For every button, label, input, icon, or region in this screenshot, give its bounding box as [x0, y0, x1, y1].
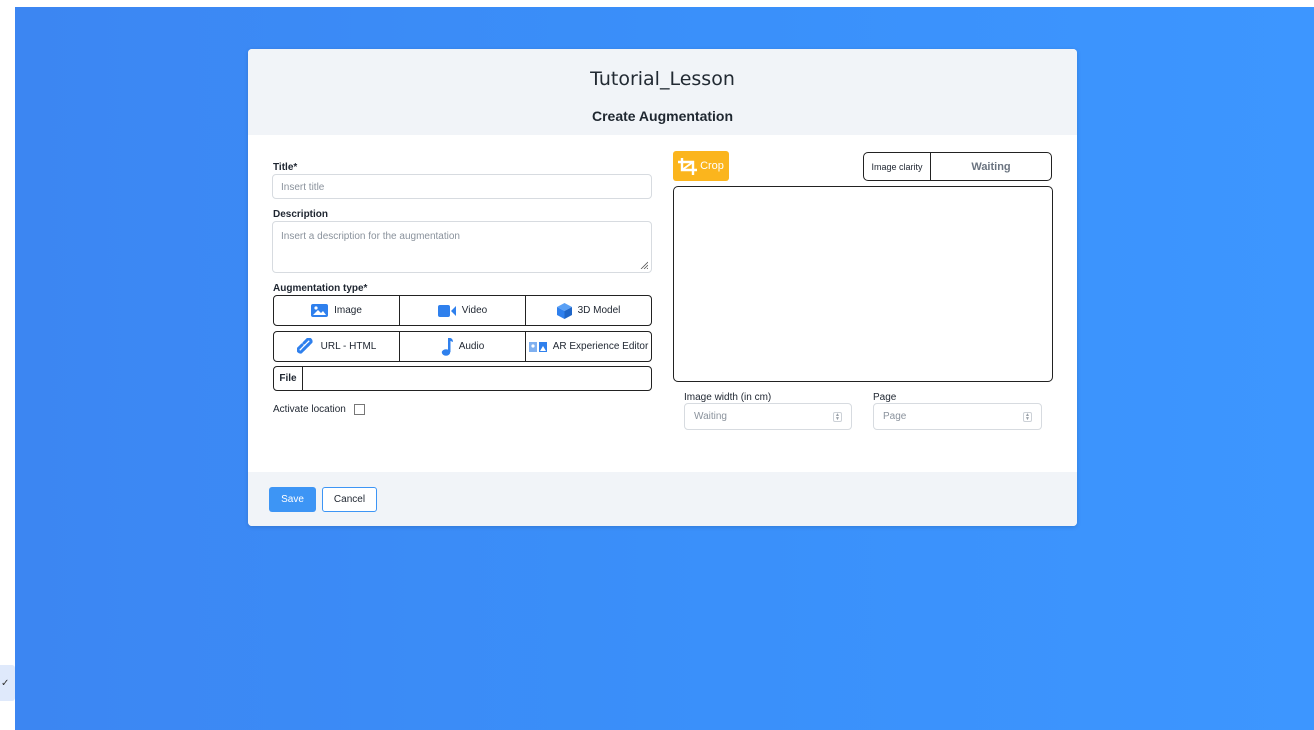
type-3d-model-button[interactable]: 3D Model — [526, 296, 651, 325]
music-note-icon — [441, 337, 453, 356]
augmentation-type-row-2: URL - HTML Audio AR Experience Editor — [273, 331, 652, 362]
page-input[interactable]: Page ▲ ▼ — [873, 403, 1042, 430]
page-spinner[interactable]: ▲ ▼ — [1023, 412, 1032, 422]
video-icon — [437, 304, 456, 317]
link-icon — [296, 337, 313, 354]
image-clarity-label: Image clarity — [864, 153, 931, 180]
activate-location-row: Activate location — [273, 404, 365, 415]
side-toggle-tab[interactable]: ✓ — [0, 665, 15, 701]
image-clarity-indicator: Image clarity Waiting — [863, 152, 1052, 181]
side-tab-glyph: ✓ — [1, 677, 10, 689]
title-label: Title* — [273, 162, 298, 173]
file-field[interactable]: File — [273, 366, 652, 391]
type-url-html-button[interactable]: URL - HTML — [274, 332, 400, 361]
title-placeholder: Insert title — [281, 182, 325, 193]
image-clarity-value: Waiting — [971, 160, 1011, 173]
resize-handle-icon[interactable] — [640, 261, 648, 269]
type-url-html-label: URL - HTML — [320, 341, 377, 352]
type-image-button[interactable]: Image — [274, 296, 400, 325]
modal-footer: Save Cancel — [248, 472, 1077, 526]
cancel-button[interactable]: Cancel — [322, 487, 377, 512]
title-input[interactable]: Insert title — [272, 174, 652, 199]
image-width-input[interactable]: Waiting ▲ ▼ — [684, 403, 852, 430]
type-audio-button[interactable]: Audio — [400, 332, 526, 361]
type-ar-editor-label: AR Experience Editor — [552, 341, 649, 352]
activate-location-checkbox[interactable] — [353, 404, 365, 415]
description-textarea[interactable]: Insert a description for the augmentatio… — [272, 221, 652, 273]
page-label: Page — [873, 392, 897, 403]
image-width-spinner[interactable]: ▲ ▼ — [833, 412, 842, 422]
cube-icon — [556, 302, 572, 319]
crop-label: Crop — [700, 160, 724, 172]
lesson-title: Tutorial_Lesson — [590, 68, 735, 90]
save-button[interactable]: Save — [269, 487, 316, 512]
image-icon — [311, 304, 329, 317]
type-image-label: Image — [334, 305, 362, 316]
augmentation-type-label: Augmentation type* — [273, 283, 368, 294]
ar-editor-icon — [528, 341, 547, 352]
file-label: File — [274, 367, 303, 390]
augmentation-type-row-1: Image Video 3D Model — [273, 295, 652, 326]
type-audio-label: Audio — [458, 341, 485, 352]
page-placeholder: Page — [883, 411, 907, 422]
type-video-button[interactable]: Video — [400, 296, 526, 325]
type-ar-editor-button[interactable]: AR Experience Editor — [526, 332, 651, 361]
image-width-label: Image width (in cm) — [684, 392, 772, 403]
image-width-placeholder: Waiting — [694, 411, 727, 422]
modal-header: Tutorial_Lesson Create Augmentation — [248, 49, 1077, 135]
type-video-label: Video — [461, 305, 488, 316]
modal-subtitle: Create Augmentation — [591, 108, 734, 124]
description-label: Description — [273, 209, 329, 220]
activate-location-label: Activate location — [273, 404, 346, 415]
crop-icon — [678, 157, 698, 175]
file-input-area[interactable] — [303, 367, 651, 390]
type-3d-model-label: 3D Model — [577, 305, 621, 316]
crop-button[interactable]: Crop — [673, 151, 729, 181]
description-placeholder: Insert a description for the augmentatio… — [281, 231, 460, 242]
image-preview-area — [673, 186, 1053, 382]
create-augmentation-modal: Tutorial_Lesson Create Augmentation Titl… — [248, 49, 1077, 526]
